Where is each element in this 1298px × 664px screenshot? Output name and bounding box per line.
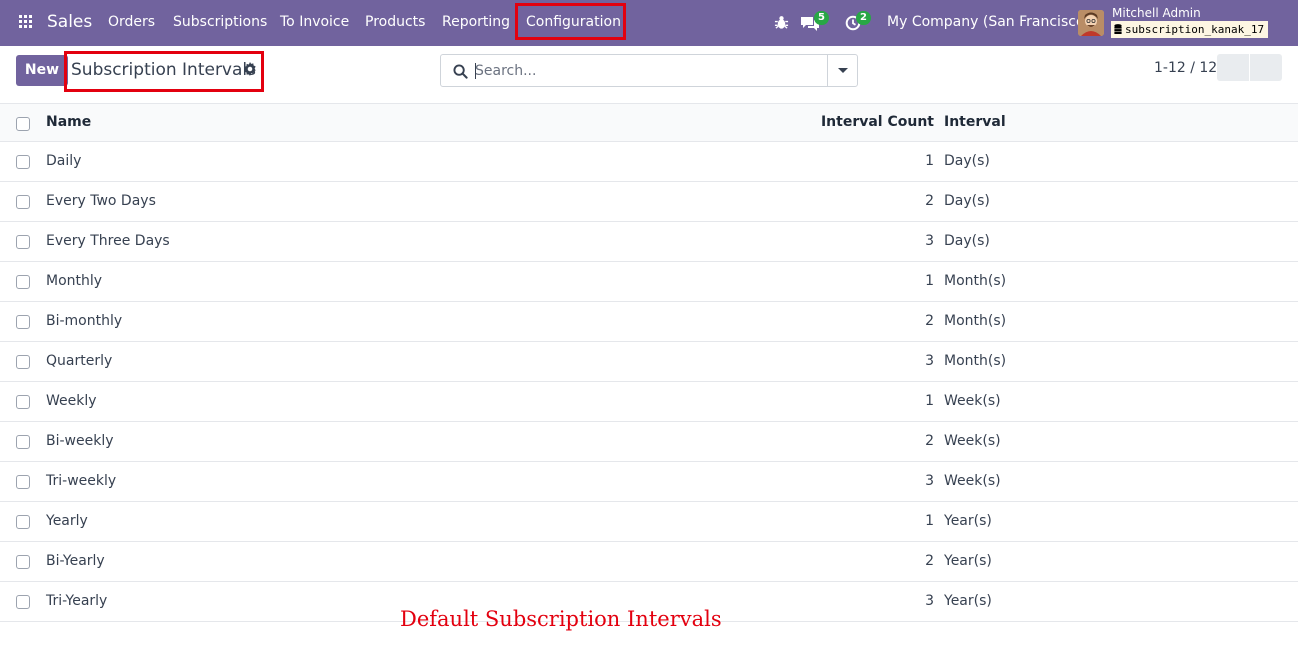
row-interval-count: 2 <box>925 553 934 569</box>
row-name: Monthly <box>46 273 103 289</box>
caption-annotation: Default Subscription Intervals <box>400 607 722 631</box>
pager-next-button[interactable] <box>1250 54 1282 81</box>
row-interval: Day(s) <box>944 153 990 169</box>
text-cursor <box>475 63 476 79</box>
header-interval[interactable]: Interval <box>944 114 1006 130</box>
table-row[interactable]: Yearly 1 Year(s) <box>0 502 1298 542</box>
pager-previous-button[interactable] <box>1217 54 1249 81</box>
user-name[interactable]: Mitchell Admin <box>1112 6 1201 20</box>
apps-menu-icon[interactable] <box>19 15 33 29</box>
menu-reporting[interactable]: Reporting <box>442 14 510 30</box>
app-name[interactable]: Sales <box>47 12 92 32</box>
row-interval: Year(s) <box>944 593 992 609</box>
row-checkbox[interactable] <box>16 235 30 249</box>
search-icon <box>453 64 468 83</box>
row-checkbox[interactable] <box>16 515 30 529</box>
configuration-highlight-box <box>515 3 626 40</box>
user-avatar[interactable] <box>1078 10 1104 36</box>
row-checkbox[interactable] <box>16 595 30 609</box>
row-interval: Day(s) <box>944 233 990 249</box>
top-navbar: Sales Orders Subscriptions To Invoice Pr… <box>0 0 1298 46</box>
row-checkbox[interactable] <box>16 315 30 329</box>
row-interval-count: 3 <box>925 233 934 249</box>
table-row[interactable]: Tri-weekly 3 Week(s) <box>0 462 1298 502</box>
company-switcher[interactable]: My Company (San Francisco) <box>887 14 1090 30</box>
search-bar[interactable] <box>440 54 858 87</box>
row-name: Every Three Days <box>46 233 170 249</box>
menu-orders[interactable]: Orders <box>108 14 155 30</box>
row-interval-count: 2 <box>925 433 934 449</box>
header-interval-count[interactable]: Interval Count <box>821 114 934 130</box>
messages-count-badge: 5 <box>814 11 829 25</box>
search-options-toggle[interactable] <box>827 55 857 86</box>
row-interval-count: 2 <box>925 193 934 209</box>
row-name: Bi-Yearly <box>46 553 105 569</box>
table-row[interactable]: Weekly 1 Week(s) <box>0 382 1298 422</box>
debug-bug-icon[interactable] <box>774 15 789 34</box>
pager-value[interactable]: 1-12 / 12 <box>1154 60 1217 76</box>
select-all-checkbox[interactable] <box>16 117 30 131</box>
intervals-table: Name Interval Count Interval Daily 1 Day(s… <box>0 103 1298 622</box>
row-name: Yearly <box>46 513 88 529</box>
row-interval: Year(s) <box>944 513 992 529</box>
row-checkbox[interactable] <box>16 435 30 449</box>
row-name: Every Two Days <box>46 193 156 209</box>
row-interval-count: 3 <box>925 353 934 369</box>
table-row[interactable]: Daily 1 Day(s) <box>0 142 1298 182</box>
row-interval: Day(s) <box>944 193 990 209</box>
search-input[interactable] <box>475 61 825 81</box>
row-checkbox[interactable] <box>16 395 30 409</box>
new-button[interactable]: New <box>16 55 68 86</box>
database-icon <box>1114 22 1122 39</box>
title-highlight-box <box>64 51 264 92</box>
row-interval-count: 3 <box>925 593 934 609</box>
row-name: Weekly <box>46 393 97 409</box>
row-name: Bi-monthly <box>46 313 123 329</box>
menu-products[interactable]: Products <box>365 14 425 30</box>
row-interval-count: 1 <box>925 513 934 529</box>
row-checkbox[interactable] <box>16 555 30 569</box>
row-checkbox[interactable] <box>16 355 30 369</box>
row-name: Tri-weekly <box>46 473 117 489</box>
table-row[interactable]: Bi-Yearly 2 Year(s) <box>0 542 1298 582</box>
row-name: Bi-weekly <box>46 433 114 449</box>
table-row[interactable]: Bi-monthly 2 Month(s) <box>0 302 1298 342</box>
row-interval-count: 1 <box>925 153 934 169</box>
table-header: Name Interval Count Interval <box>0 103 1298 142</box>
row-checkbox[interactable] <box>16 195 30 209</box>
menu-to-invoice[interactable]: To Invoice <box>280 14 349 30</box>
row-interval-count: 3 <box>925 473 934 489</box>
table-row[interactable]: Every Three Days 3 Day(s) <box>0 222 1298 262</box>
row-interval: Week(s) <box>944 433 1001 449</box>
row-checkbox[interactable] <box>16 475 30 489</box>
row-interval: Month(s) <box>944 313 1007 329</box>
row-name: Daily <box>46 153 82 169</box>
database-name: subscription_kanak_17 <box>1111 21 1269 39</box>
row-interval-count: 1 <box>925 273 934 289</box>
row-interval: Week(s) <box>944 393 1001 409</box>
table-row[interactable]: Bi-weekly 2 Week(s) <box>0 422 1298 462</box>
row-name: Quarterly <box>46 353 113 369</box>
activities-count-badge: 2 <box>856 11 871 25</box>
header-name[interactable]: Name <box>46 114 91 130</box>
row-interval: Month(s) <box>944 273 1007 289</box>
table-row[interactable]: Every Two Days 2 Day(s) <box>0 182 1298 222</box>
row-checkbox[interactable] <box>16 275 30 289</box>
database-name-text: subscription_kanak_17 <box>1125 23 1265 36</box>
row-checkbox[interactable] <box>16 155 30 169</box>
row-interval: Week(s) <box>944 473 1001 489</box>
row-interval: Year(s) <box>944 553 992 569</box>
row-interval-count: 2 <box>925 313 934 329</box>
table-row[interactable]: Monthly 1 Month(s) <box>0 262 1298 302</box>
table-row[interactable]: Quarterly 3 Month(s) <box>0 342 1298 382</box>
row-interval: Month(s) <box>944 353 1007 369</box>
row-name: Tri-Yearly <box>46 593 108 609</box>
menu-subscriptions[interactable]: Subscriptions <box>173 14 267 30</box>
row-interval-count: 1 <box>925 393 934 409</box>
